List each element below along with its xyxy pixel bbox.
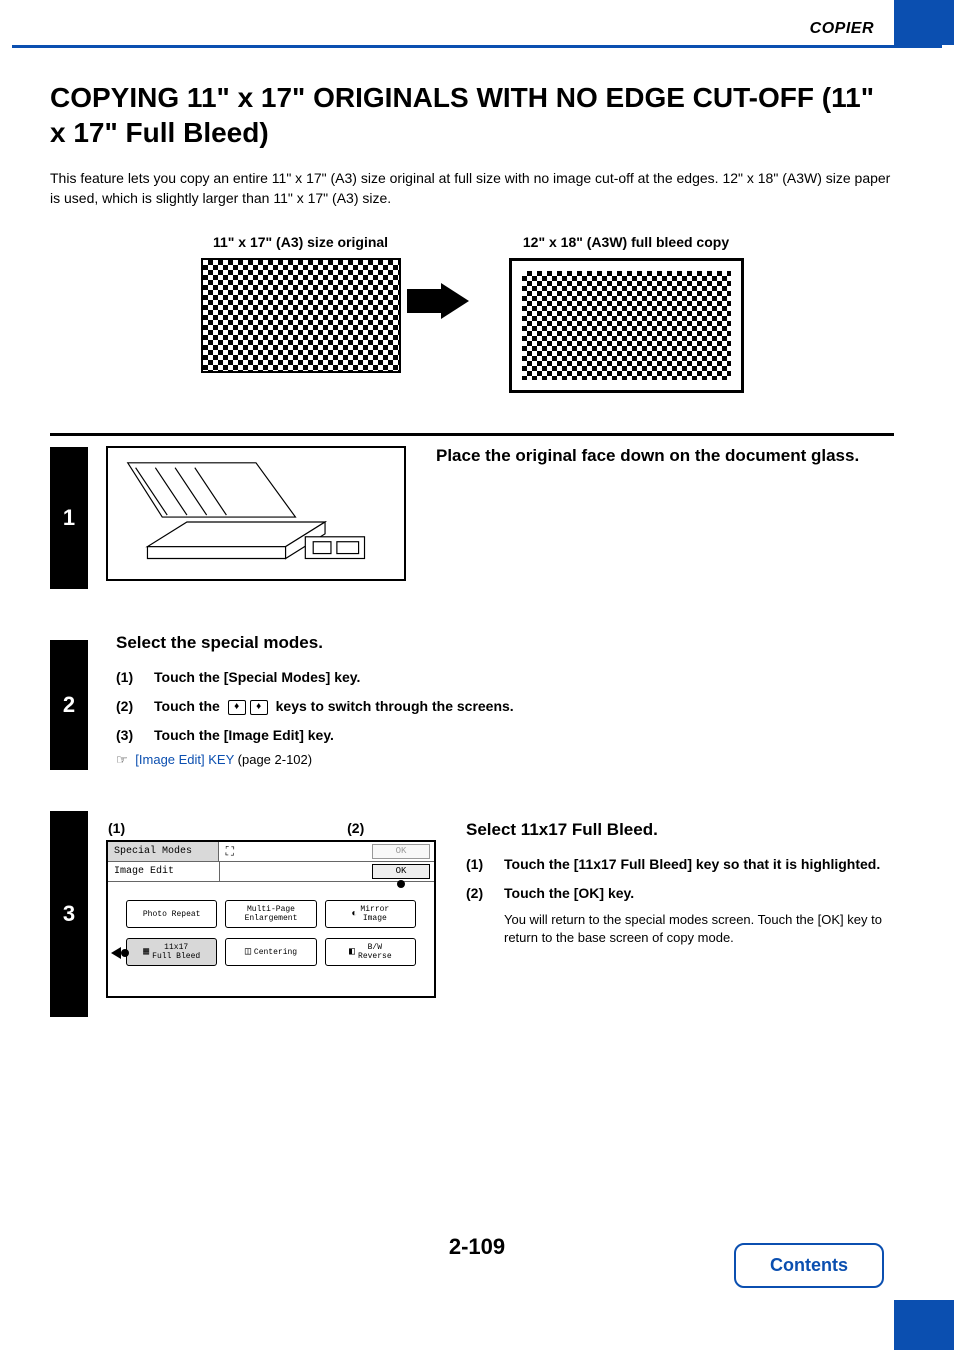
contents-button[interactable]: Contents <box>734 1243 884 1288</box>
section-header: COPIER <box>810 20 874 38</box>
diagram-left-label: 11" x 17" (A3) size original <box>201 234 401 250</box>
reference-icon: ☞ <box>116 752 128 767</box>
step-1: 1 Place the original face d <box>50 436 894 601</box>
header-rule <box>12 45 942 48</box>
expand-icon: ⛶ <box>219 842 241 861</box>
centering-icon: ◫ <box>245 946 251 958</box>
ok-button-dim: OK <box>372 844 430 859</box>
mirror-icon: ◐ <box>351 909 357 920</box>
step-3: 3 (1) (2) Special Modes ⛶ OK Image Edit <box>50 810 894 1018</box>
down-arrow-key-icon: ♦ <box>228 700 246 715</box>
full-bleed-graphic <box>509 258 744 393</box>
bw-reverse-icon: ◧ <box>349 946 355 958</box>
top-corner-accent <box>894 0 954 45</box>
reference-link[interactable]: [Image Edit] KEY <box>135 752 234 767</box>
callout-1: (1) <box>108 820 125 836</box>
pointer-icon <box>111 947 121 959</box>
bw-reverse-button[interactable]: ◧B/W Reverse <box>325 938 416 966</box>
substep-2-2-text-a: Touch the <box>154 698 220 714</box>
substep-2-1-text: Touch the [Special Modes] key. <box>154 665 360 690</box>
substep-2-2-text-b: keys to switch through the screens. <box>276 698 514 714</box>
substep-2-2-num: (2) <box>116 694 144 719</box>
photo-repeat-button[interactable]: Photo Repeat <box>126 900 217 928</box>
step-3-title: Select 11x17 Full Bleed. <box>466 820 894 840</box>
diagram-right-label: 12" x 18" (A3W) full bleed copy <box>509 234 744 250</box>
touch-panel-mock: Special Modes ⛶ OK Image Edit OK Photo R… <box>106 840 436 998</box>
step-2-title: Select the special modes. <box>116 633 894 653</box>
substep-3-2-num: (2) <box>466 881 494 906</box>
step-number-3: 3 <box>50 811 88 1017</box>
step-1-title: Place the original face down on the docu… <box>436 446 894 466</box>
scanner-illustration <box>106 446 406 581</box>
intro-text: This feature lets you copy an entire 11"… <box>50 168 894 209</box>
arrow-right-icon <box>441 283 469 319</box>
substep-3-2-desc: You will return to the special modes scr… <box>504 911 894 949</box>
up-arrow-key-icon: ♦ <box>250 700 268 715</box>
step-2: 2 Select the special modes. (1) Touch th… <box>50 623 894 789</box>
page-title: COPYING 11" x 17" ORIGINALS WITH NO EDGE… <box>50 80 894 150</box>
diagram-row: 11" x 17" (A3) size original 12" x 18" (… <box>50 234 894 393</box>
substep-3-2-text: Touch the [OK] key. <box>504 881 634 906</box>
ok-button[interactable]: OK <box>372 864 430 879</box>
substep-2-3-text: Touch the [Image Edit] key. <box>154 723 334 748</box>
full-bleed-icon: ▦ <box>143 946 149 958</box>
step-number-1: 1 <box>50 447 88 589</box>
reference-page: (page 2-102) <box>234 752 312 767</box>
11x17-full-bleed-button[interactable]: ▦11x17 Full Bleed <box>126 938 217 966</box>
panel-bar-image-edit: Image Edit <box>108 862 220 881</box>
substep-3-1-num: (1) <box>466 852 494 877</box>
panel-bar-special-modes: Special Modes <box>108 842 219 861</box>
mirror-image-button[interactable]: ◐Mirror Image <box>325 900 416 928</box>
original-size-graphic <box>201 258 401 373</box>
substep-2-1-num: (1) <box>116 665 144 690</box>
substep-3-1-text: Touch the [11x17 Full Bleed] key so that… <box>504 852 880 877</box>
callout-2: (2) <box>347 820 364 836</box>
step-number-2: 2 <box>50 640 88 770</box>
bottom-corner-accent <box>894 1300 954 1350</box>
substep-2-3-num: (3) <box>116 723 144 748</box>
centering-button[interactable]: ◫Centering <box>225 938 316 966</box>
multi-page-enlargement-button[interactable]: Multi-Page Enlargement <box>225 900 316 928</box>
